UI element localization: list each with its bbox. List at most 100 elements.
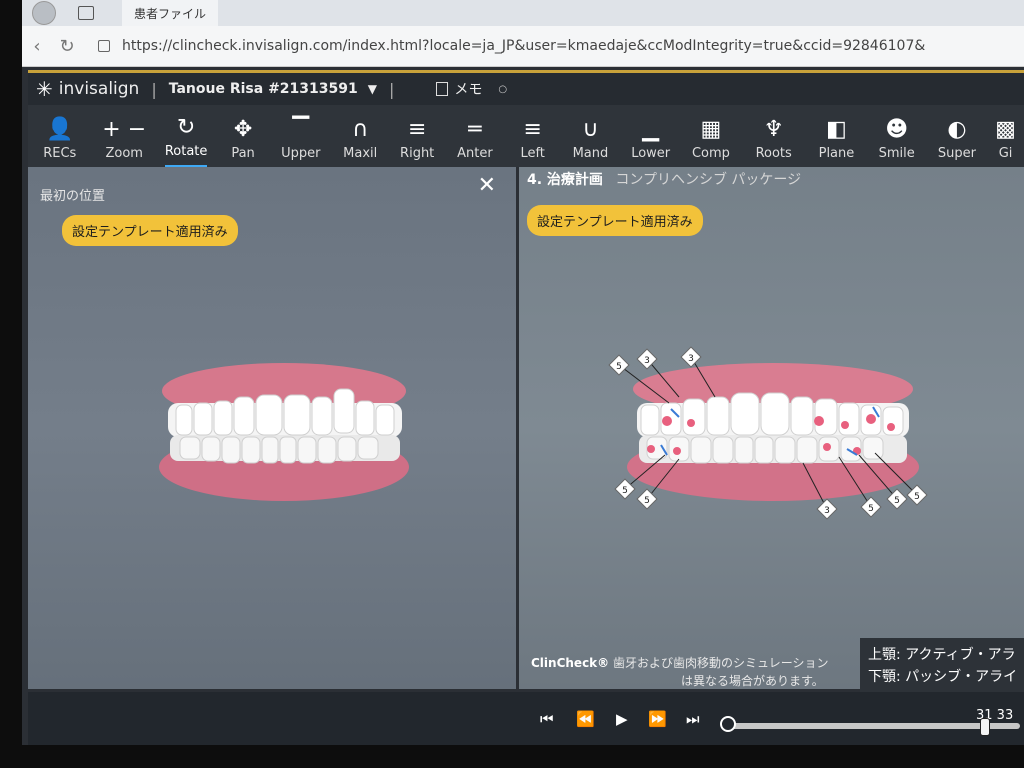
grid-icon: ▩ [995, 117, 1016, 142]
marker-label: 5 [914, 492, 920, 502]
browser-tabstrip: 患者ファイル [22, 0, 1024, 26]
tool-label: Comp [691, 146, 730, 161]
tool-label: Left [520, 146, 545, 161]
tab-switcher-icon[interactable] [78, 6, 94, 20]
memo-button[interactable]: メモ [436, 79, 482, 99]
tool-label: Anter [457, 146, 493, 161]
smile-icon: ☻ [885, 117, 909, 142]
step-back-icon[interactable]: ⏪ [576, 710, 595, 728]
tool-label: Pan [231, 146, 255, 161]
right-icon: ≡ [407, 117, 427, 142]
invisalign-logo: ✳ invisalign [36, 77, 139, 101]
tool-pan[interactable]: ✥ Pan [215, 107, 270, 167]
skip-start-icon[interactable]: ⏮ [540, 710, 554, 728]
comp-icon: ▦ [700, 117, 722, 142]
step-forward-icon[interactable]: ⏩ [648, 710, 667, 728]
disclaimer-brand: ClinCheck® [531, 656, 610, 670]
tool-left[interactable]: ≡ Left [505, 107, 560, 167]
tool-label: Lower [631, 146, 671, 161]
browser-tab-title: 患者ファイル [134, 6, 207, 21]
brand-name: invisalign [58, 79, 140, 99]
back-icon[interactable]: ‹ [22, 36, 52, 57]
roots-icon: ♆ [763, 117, 784, 142]
aligner-legend: 上顎: アクティブ・アラ 下顎: パッシブ・アライ [860, 638, 1024, 696]
marker-label: 3 [688, 354, 694, 364]
tool-maxil[interactable]: ∩ Maxil [331, 107, 390, 167]
app-header: ✳ invisalign | Tanoue Risa #21313591 ▼ |… [28, 70, 1024, 105]
profile-avatar[interactable] [32, 1, 56, 25]
initial-teeth-model[interactable] [28, 167, 516, 689]
tool-label: Gi [998, 146, 1013, 161]
pan-icon: ✥ [233, 117, 253, 142]
playback-bar: ⏮ ⏪ ▶ ⏩ ⏭ [28, 692, 1024, 745]
tool-label: Mand [572, 146, 609, 161]
tool-anter[interactable]: ═ Anter [445, 107, 505, 167]
divider: | [151, 79, 157, 99]
marker-label: 3 [824, 506, 830, 516]
divider: | [388, 79, 395, 99]
tool-rotate[interactable]: ↻ Rotate [157, 107, 216, 167]
legend-upper: 上顎: アクティブ・アラ [868, 647, 1016, 663]
tool-label: Plane [818, 146, 855, 161]
reload-icon[interactable]: ↻ [52, 36, 82, 57]
tool-label: Maxil [343, 146, 378, 161]
screen: 患者ファイル ‹ ↻ https://clincheck.invisalign.… [22, 0, 1024, 745]
monitor-bezel: 患者ファイル ‹ ↻ https://clincheck.invisalign.… [0, 0, 1024, 768]
tool-recs[interactable]: 👤 RECs [28, 107, 92, 167]
mand-icon: ∪ [582, 117, 599, 142]
marker-label: 5 [622, 486, 628, 496]
left-icon: ≡ [523, 117, 542, 142]
clincheck-disclaimer: ClinCheck® 歯牙および歯肉移動のシミュレーション は異なる場合がありま… [531, 654, 829, 690]
marker-label: 5 [894, 496, 900, 506]
maxil-icon: ∩ [352, 117, 369, 142]
anter-icon: ═ [468, 117, 482, 142]
tool-comp[interactable]: ▦ Comp [681, 107, 741, 167]
tool-zoom[interactable]: + − Zoom [92, 107, 157, 167]
url-field[interactable]: https://clincheck.invisalign.com/index.h… [122, 38, 925, 54]
browser-tab[interactable]: 患者ファイル [122, 0, 219, 26]
lower-icon: ▁ [642, 117, 660, 142]
skip-end-icon[interactable]: ⏭ [686, 710, 700, 728]
tool-roots[interactable]: ♆ Roots [741, 107, 806, 167]
tool-plane[interactable]: ◧ Plane [806, 107, 866, 167]
tool-gi[interactable]: ▩ Gi [987, 107, 1024, 167]
rotate-icon: ↻ [176, 115, 196, 140]
tool-label: Rotate [164, 144, 208, 167]
marker-label: 5 [868, 504, 874, 514]
chevron-down-icon[interactable]: ▼ [368, 82, 377, 96]
disclaimer-line1: 歯牙および歯肉移動のシミュレーション [613, 656, 829, 670]
marker-label: 5 [644, 496, 650, 506]
lock-icon [98, 40, 110, 52]
tool-label: Zoom [105, 146, 143, 161]
memo-status-dot: ○ [498, 83, 508, 95]
tool-label: Super [937, 146, 976, 161]
treatment-plan-viewer[interactable]: 4. 治療計画 コンプリヘンシブ パッケージ 設定テンプレート適用済み 5 3 … [519, 167, 1024, 689]
tool-mand[interactable]: ∪ Mand [560, 107, 620, 167]
upper-icon: ▔ [292, 117, 310, 142]
timeline-knob[interactable] [720, 716, 736, 732]
tool-label: Right [400, 146, 435, 161]
tool-upper[interactable]: ▔ Upper [271, 107, 331, 167]
timeline-slider[interactable] [730, 723, 1020, 729]
memo-label: メモ [454, 82, 483, 98]
legend-lower: 下顎: パッシブ・アライ [868, 669, 1018, 685]
person-icon: 👤 [46, 117, 74, 142]
tool-label: Upper [281, 146, 321, 161]
super-icon: ◐ [947, 117, 967, 142]
marker-label: 5 [616, 362, 622, 372]
marker-label: 3 [644, 356, 650, 366]
address-bar: ‹ ↻ https://clincheck.invisalign.com/ind… [22, 26, 1024, 67]
tool-lower[interactable]: ▁ Lower [621, 107, 681, 167]
treatment-teeth-model[interactable]: 5 3 3 5 5 3 5 5 5 [519, 167, 1024, 689]
mouse-cursor-icon [980, 718, 990, 736]
tool-super[interactable]: ◐ Super [927, 107, 987, 167]
plane-icon: ◧ [826, 117, 847, 142]
tool-right[interactable]: ≡ Right [390, 107, 445, 167]
star-icon: ✳ [36, 77, 53, 101]
tool-smile[interactable]: ☻ Smile [867, 107, 927, 167]
view-toolbar: 👤 RECs + − Zoom ↻ Rotate ✥ Pan ▔ Upper ∩ Maxil ≡ Righ… [28, 105, 1024, 167]
zoom-icon: + − [102, 117, 147, 142]
initial-position-viewer[interactable]: 最初の位置 設定テンプレート適用済み ✕ [28, 167, 516, 689]
play-icon[interactable]: ▶ [616, 710, 628, 728]
patient-selector[interactable]: Tanoue Risa #21313591 [169, 81, 358, 97]
